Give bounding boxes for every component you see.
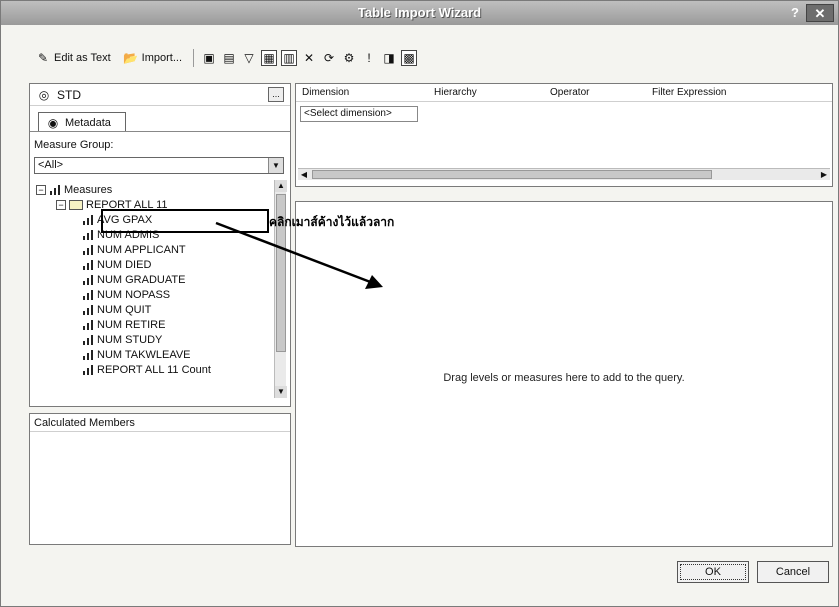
execute-icon[interactable]: !: [361, 50, 377, 66]
tree-item[interactable]: NUM TAKWLEAVE: [82, 347, 191, 362]
measure-group-select[interactable]: <All> ▼: [34, 157, 284, 174]
tree-item-label: NUM QUIT: [97, 303, 152, 316]
annotation-text: คลิกเมาส์ค้างไว้แล้วลาก: [269, 215, 395, 229]
calculated-member-icon[interactable]: ▤: [221, 50, 237, 66]
auto-execute-icon[interactable]: ⚙: [341, 50, 357, 66]
tree-node-measures[interactable]: − Measures: [36, 182, 112, 197]
tree-item-label: NUM TAKWLEAVE: [97, 348, 191, 361]
cube-icon[interactable]: ▣: [201, 50, 217, 66]
tree-item-label: NUM NOPASS: [97, 288, 171, 301]
toolbar: ✎ Edit as Text 📂 Import... ▣ ▤ ▽ ▦ ▥ ✕ ⟳…: [31, 47, 418, 69]
tree-item-label: NUM STUDY: [97, 333, 163, 346]
measures-icon: [49, 184, 61, 195]
edit-as-text-label: Edit as Text: [54, 52, 111, 64]
filter-hscrollbar[interactable]: ◀ ▶: [298, 168, 830, 180]
title-bar: Table Import Wizard ? ✕: [1, 1, 838, 25]
measure-icon: [82, 349, 94, 360]
tree-item[interactable]: NUM STUDY: [82, 332, 162, 347]
calculated-members-panel: Calculated Members: [29, 413, 291, 545]
tree-item[interactable]: NUM RETIRE: [82, 317, 165, 332]
tab-metadata-label: Metadata: [65, 116, 111, 129]
measure-icon: [82, 274, 94, 285]
tab-divider: [30, 131, 290, 132]
column-dimension: Dimension: [302, 87, 350, 98]
help-button[interactable]: ?: [788, 5, 802, 21]
import-label: Import...: [141, 52, 183, 64]
tree-node-label: Measures: [64, 183, 113, 196]
collapse-icon[interactable]: −: [56, 199, 66, 210]
delete-icon[interactable]: ✕: [301, 50, 317, 66]
measure-icon: [82, 319, 94, 330]
measure-icon: [82, 304, 94, 315]
tree-item[interactable]: NUM APPLICANT: [82, 242, 186, 257]
query-parameters-icon[interactable]: ▩: [401, 50, 418, 66]
measure-icon: [82, 229, 94, 240]
tab-metadata[interactable]: ◉ Metadata: [38, 112, 126, 132]
tree-item-label: NUM RETIRE: [97, 318, 166, 331]
scroll-down-icon[interactable]: ▼: [275, 386, 287, 398]
cube-browse-button[interactable]: ...: [268, 87, 284, 102]
scroll-right-icon[interactable]: ▶: [818, 169, 830, 180]
query-designer-pane[interactable]: Drag levels or measures here to add to t…: [295, 201, 833, 547]
annotation-highlight-box: [101, 209, 269, 233]
calculated-members-header: Calculated Members: [30, 414, 290, 432]
drop-hint-text: Drag levels or measures here to add to t…: [443, 372, 685, 384]
column-operator: Operator: [550, 87, 590, 98]
tree-item[interactable]: NUM DIED: [82, 257, 151, 272]
tree-item[interactable]: NUM QUIT: [82, 302, 151, 317]
column-hierarchy: Hierarchy: [434, 87, 477, 98]
close-button[interactable]: ✕: [806, 4, 834, 22]
column-filter-expression: Filter Expression: [652, 87, 727, 98]
folder-icon: [69, 199, 83, 210]
toolbar-separator: [193, 49, 195, 67]
show-empty-cells-icon[interactable]: ▦: [261, 50, 278, 66]
cancel-button[interactable]: Cancel: [757, 561, 829, 583]
import-button[interactable]: 📂 Import...: [119, 48, 186, 68]
measure-group-value: <All>: [38, 159, 64, 171]
chevron-down-icon: ▼: [268, 158, 283, 173]
tree-item[interactable]: NUM NOPASS: [82, 287, 170, 302]
measure-icon: [82, 334, 94, 345]
tree-item-label: NUM GRADUATE: [97, 273, 186, 286]
scroll-up-icon[interactable]: ▲: [275, 180, 287, 192]
metadata-panel: ◎ STD ... ◉ Metadata Measure Group: <All…: [29, 83, 291, 407]
collapse-icon[interactable]: −: [36, 184, 46, 195]
scroll-thumb[interactable]: [312, 170, 712, 179]
measure-icon: [82, 289, 94, 300]
cube-icon: ◎: [38, 87, 50, 102]
cube-selector[interactable]: ◎ STD ...: [30, 84, 290, 106]
measure-icon: [82, 364, 94, 375]
edit-as-text-button[interactable]: ✎ Edit as Text: [31, 48, 115, 68]
scroll-left-icon[interactable]: ◀: [298, 169, 310, 180]
edit-text-icon: ✎: [37, 51, 49, 65]
tree-item-label: REPORT ALL 11 Count: [97, 363, 211, 376]
metadata-icon: ◉: [47, 115, 59, 130]
table-import-wizard-window: Table Import Wizard ? ✕ ✎ Edit as Text 📂…: [0, 0, 839, 607]
measure-icon: [82, 214, 94, 225]
design-mode-icon[interactable]: ◨: [381, 50, 397, 66]
measure-group-label: Measure Group:: [34, 139, 114, 151]
ok-button[interactable]: OK: [677, 561, 749, 583]
show-grid-icon[interactable]: ▥: [281, 50, 298, 66]
cube-name: STD: [57, 87, 81, 102]
measure-icon: [82, 259, 94, 270]
filter-header-row: Dimension Hierarchy Operator Filter Expr…: [296, 84, 832, 102]
tree-item-label: NUM APPLICANT: [97, 243, 186, 256]
measure-icon: [82, 244, 94, 255]
tree-item-label: NUM DIED: [97, 258, 152, 271]
window-title: Table Import Wizard: [357, 5, 482, 20]
select-dimension-cell[interactable]: <Select dimension>: [300, 106, 418, 122]
filter-grid: Dimension Hierarchy Operator Filter Expr…: [295, 83, 833, 187]
tree-item[interactable]: NUM GRADUATE: [82, 272, 185, 287]
filter-icon[interactable]: ▽: [241, 50, 257, 66]
import-icon: 📂: [123, 51, 139, 65]
refresh-icon[interactable]: ⟳: [321, 50, 337, 66]
tree-item[interactable]: REPORT ALL 11 Count: [82, 362, 211, 377]
